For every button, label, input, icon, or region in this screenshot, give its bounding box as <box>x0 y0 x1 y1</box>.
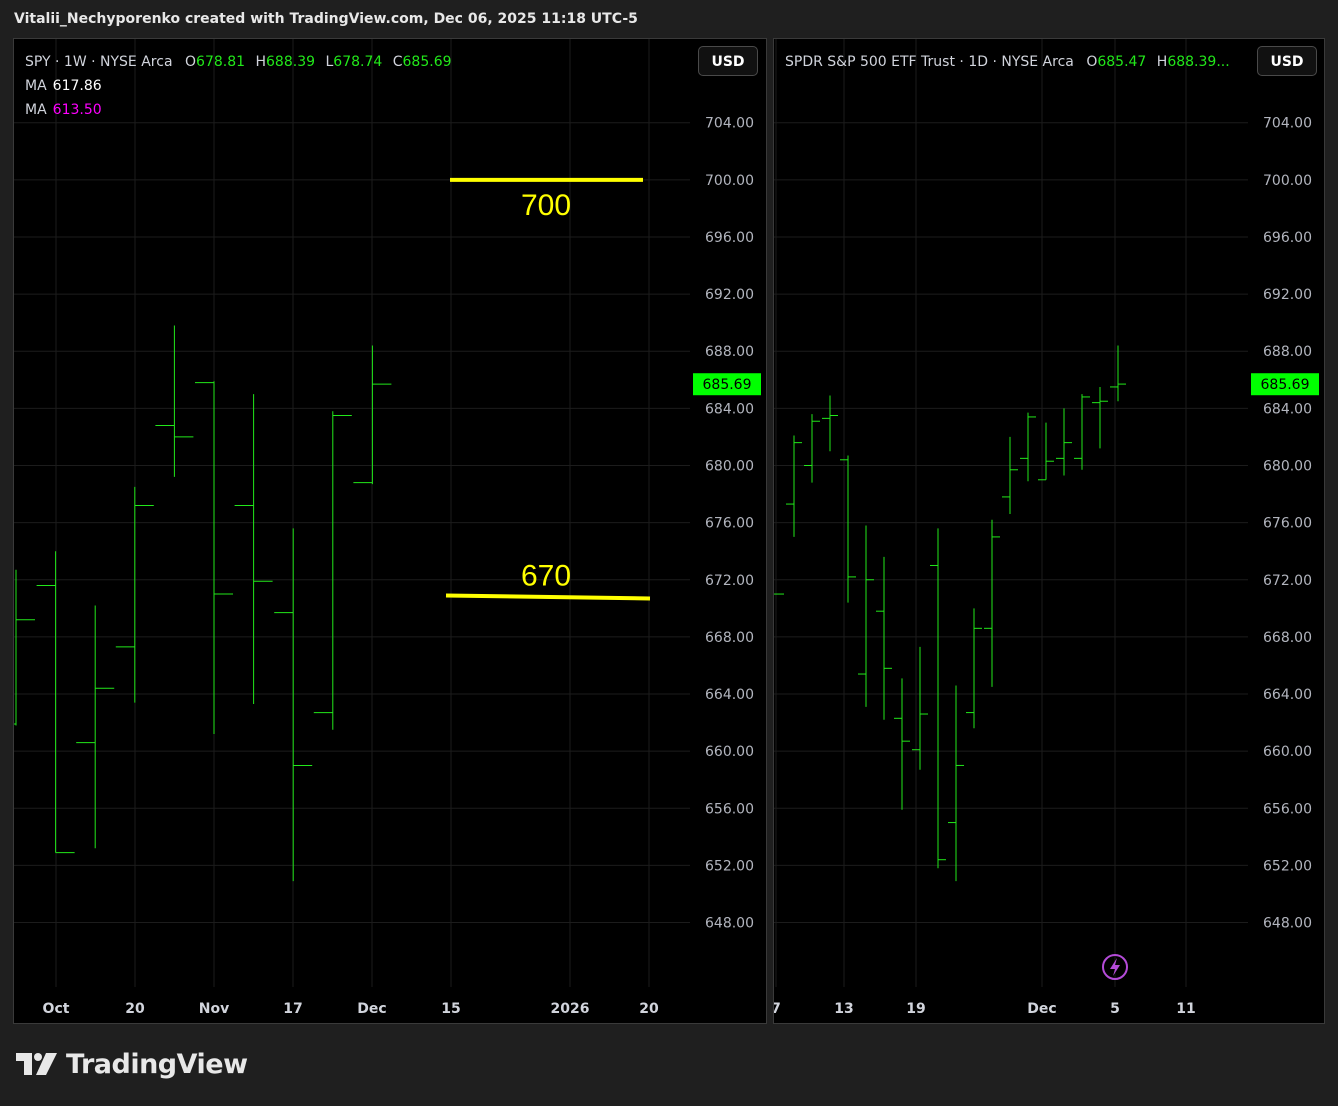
currency-button[interactable]: USD <box>1257 46 1317 76</box>
ma2-legend[interactable]: MA 613.50 <box>25 98 458 122</box>
symbol-label[interactable]: SPDR S&P 500 ETF Trust · 1D · NYSE Arca <box>785 54 1074 70</box>
y-tick-label: 684.00 <box>1263 401 1312 417</box>
y-tick-label: 656.00 <box>705 801 754 817</box>
ma1-value: 617.86 <box>52 78 102 94</box>
ohlc-bar <box>115 486 154 703</box>
brand-name: TradingView <box>66 1048 248 1080</box>
high-value: 688.39 <box>266 54 316 70</box>
ohlc-bar <box>1092 386 1108 449</box>
y-tick-label: 648.00 <box>705 916 754 932</box>
x-tick-label: 13 <box>834 1001 853 1017</box>
daily-chart-svg[interactable]: 648.00 652.00 656.00 660.00 664.00 668.00 672.… <box>774 39 1325 1024</box>
y-tick-label: 696.00 <box>1263 230 1312 246</box>
annotation-label-670: 670 <box>521 559 571 592</box>
annotation-label-700: 700 <box>521 189 571 222</box>
last-price-label: 685.69 <box>1261 377 1310 393</box>
ohlc-bar <box>984 519 1000 687</box>
ohlc-bar <box>274 528 313 882</box>
x-tick-label: Dec <box>357 1001 386 1017</box>
symbol-label[interactable]: SPY · 1W · NYSE Arca <box>25 54 173 70</box>
chart-caption: Vitalii_Nechyporenko created with Tradin… <box>14 11 638 27</box>
ohlc-bar <box>14 569 35 726</box>
x-tick-label: 19 <box>906 1001 925 1017</box>
ma1-legend[interactable]: MA 617.86 <box>25 74 458 98</box>
y-tick-label: 704.00 <box>705 116 754 132</box>
y-tick-label: 688.00 <box>705 344 754 360</box>
ohlc-bar <box>894 678 910 810</box>
ohlc-bar <box>76 605 115 849</box>
ohlc-bar <box>822 395 838 452</box>
x-tick-label: 17 <box>283 1001 302 1017</box>
y-tick-label: 700.00 <box>705 173 754 189</box>
ohlc-bar <box>966 608 982 729</box>
weekly-chart-panel[interactable]: 648.00 652.00 656.00 660.00 664.00 668.00 672.… <box>13 38 767 1024</box>
ohlc-bar <box>948 685 964 882</box>
weekly-chart-svg[interactable]: 648.00 652.00 656.00 660.00 664.00 668.00 672.… <box>14 39 767 1024</box>
ohlc-bar <box>1020 412 1036 482</box>
y-tick-label: 692.00 <box>705 287 754 303</box>
x-tick-label: Nov <box>199 1001 229 1017</box>
y-tick-label: 680.00 <box>705 458 754 474</box>
y-tick-label: 704.00 <box>1263 116 1312 132</box>
annotation-line-670 <box>445 593 651 601</box>
y-tick-label: 672.00 <box>705 573 754 589</box>
y-tick-label: 700.00 <box>1263 173 1312 189</box>
x-tick-label: 20 <box>125 1001 145 1017</box>
close-value: 685.69 <box>402 54 452 70</box>
open-value: 678.81 <box>196 54 246 70</box>
open-value: 685.47 <box>1097 54 1147 70</box>
y-tick-label: 656.00 <box>1263 801 1312 817</box>
ohlc-bar <box>36 551 75 854</box>
currency-button[interactable]: USD <box>698 46 758 76</box>
y-tick-label: 660.00 <box>1263 744 1312 760</box>
y-tick-label: 648.00 <box>1263 916 1312 932</box>
x-tick-label: Oct <box>43 1001 70 1017</box>
x-tick-label: 5 <box>1110 1001 1120 1017</box>
high-value: 688.39... <box>1167 54 1230 70</box>
ohlc-bar <box>858 525 874 707</box>
ohlc-bar <box>353 345 392 485</box>
weekly-legend: SPY · 1W · NYSE Arca O678.81 H688.39 L67… <box>25 50 458 122</box>
y-tick-label: 668.00 <box>705 630 754 646</box>
y-tick-label: 664.00 <box>705 687 754 703</box>
y-tick-label: 652.00 <box>705 858 754 874</box>
y-tick-label: 652.00 <box>1263 858 1312 874</box>
ohlc-bar <box>1110 345 1126 402</box>
ohlc-bar <box>155 325 194 477</box>
y-tick-label: 660.00 <box>705 744 754 760</box>
daily-chart-panel[interactable]: 648.00 652.00 656.00 660.00 664.00 668.00 672.… <box>773 38 1325 1024</box>
tradingview-logo-icon <box>16 1053 57 1075</box>
low-value: 678.74 <box>333 54 383 70</box>
x-tick-label: 7 <box>774 1001 781 1017</box>
x-tick-label: 15 <box>441 1001 460 1017</box>
y-tick-label: 676.00 <box>1263 516 1312 532</box>
y-tick-label: 664.00 <box>1263 687 1312 703</box>
y-tick-label: 672.00 <box>1263 573 1312 589</box>
tradingview-logo[interactable]: TradingView <box>16 1048 248 1080</box>
ohlc-bar <box>786 435 802 537</box>
y-tick-label: 688.00 <box>1263 344 1312 360</box>
ohlc-bar <box>840 455 856 603</box>
last-price-label: 685.69 <box>703 377 752 393</box>
ohlc-bar <box>876 556 892 720</box>
x-tick-label: Dec <box>1027 1001 1056 1017</box>
y-tick-label: 676.00 <box>705 516 754 532</box>
daily-legend: SPDR S&P 500 ETF Trust · 1D · NYSE Arca … <box>785 54 1230 70</box>
y-tick-label: 668.00 <box>1263 630 1312 646</box>
ohlc-bar <box>313 411 352 730</box>
y-tick-label: 696.00 <box>705 230 754 246</box>
ohlc-bar <box>804 414 820 483</box>
ohlc-bar <box>1074 394 1090 470</box>
y-tick-label: 692.00 <box>1263 287 1312 303</box>
x-tick-label: 11 <box>1176 1001 1195 1017</box>
ma2-value: 613.50 <box>52 102 102 118</box>
ohlc-bar <box>1038 422 1054 481</box>
x-tick-label: 20 <box>639 1001 659 1017</box>
ohlc-bar <box>1002 436 1018 515</box>
x-tick-label: 2026 <box>551 1001 590 1017</box>
ohlc-bar <box>234 394 273 705</box>
y-tick-label: 684.00 <box>705 401 754 417</box>
y-tick-label: 680.00 <box>1263 458 1312 474</box>
ohlc-bar <box>195 381 233 735</box>
